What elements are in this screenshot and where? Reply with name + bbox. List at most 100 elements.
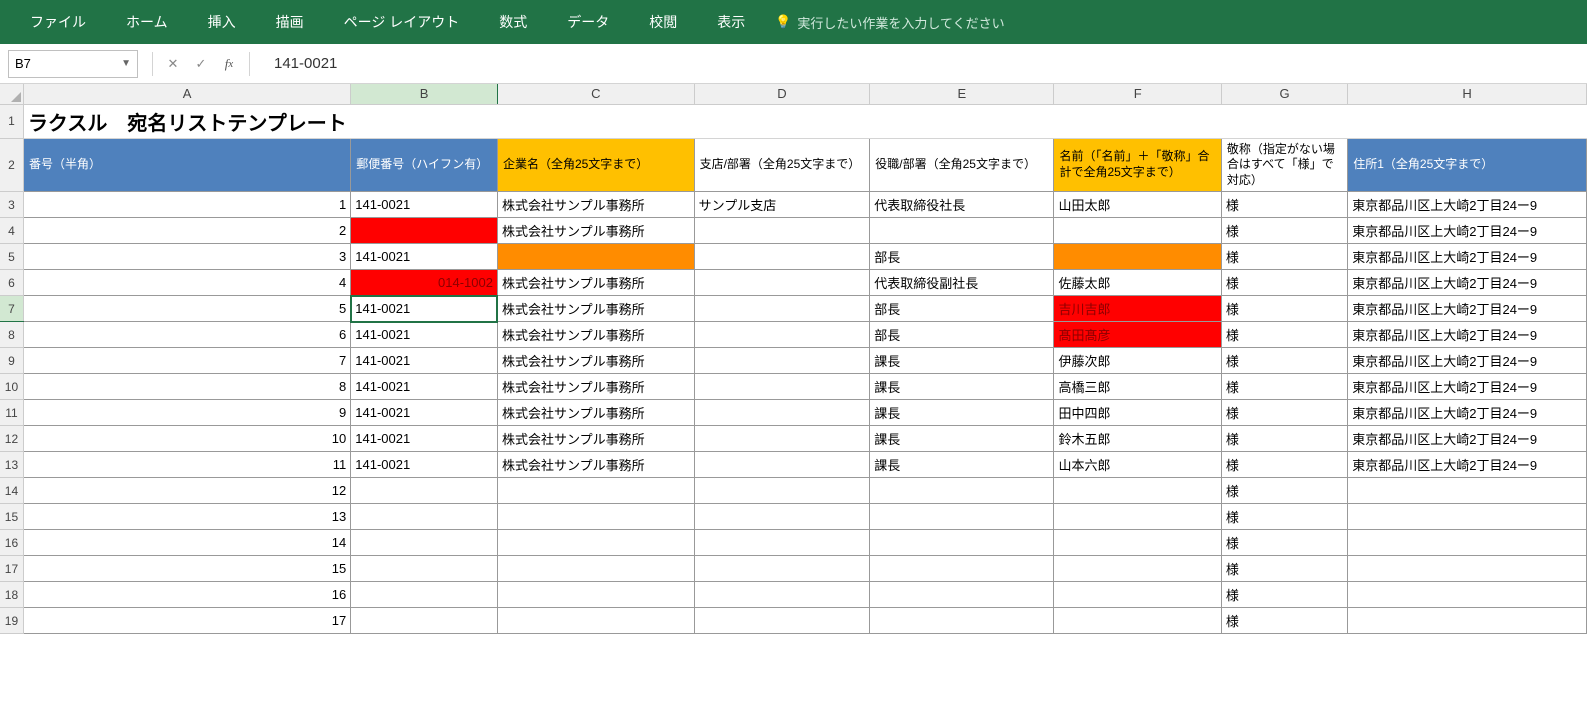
cell-H4[interactable]: 東京都品川区上大崎2丁目24ー9 [1348,218,1587,244]
cell-D10[interactable] [694,374,870,400]
cell-H6[interactable]: 東京都品川区上大崎2丁目24ー9 [1348,270,1587,296]
cell-H15[interactable] [1348,504,1587,530]
cell-B6[interactable]: 014-1002 [351,270,498,296]
cancel-formula-button[interactable]: ✕ [159,50,187,78]
column-header-D[interactable]: D [694,84,870,104]
cell-H8[interactable]: 東京都品川区上大崎2丁目24ー9 [1348,322,1587,348]
cell-H18[interactable] [1348,582,1587,608]
cell-B12[interactable]: 141-0021 [351,426,498,452]
cell-A4[interactable]: 2 [23,218,350,244]
ribbon-tab-5[interactable]: 数式 [479,0,547,44]
row-header-12[interactable]: 12 [0,426,23,452]
cell-G9[interactable]: 様 [1221,348,1347,374]
cell-F6[interactable]: 佐藤太郎 [1054,270,1221,296]
cell-E8[interactable]: 部長 [870,322,1054,348]
cell-E1[interactable] [870,104,1054,138]
cell-C16[interactable] [497,530,694,556]
row-header-2[interactable]: 2 [0,138,23,192]
row-header-7[interactable]: 7 [0,296,23,322]
cell-G11[interactable]: 様 [1221,400,1347,426]
cell-B9[interactable]: 141-0021 [351,348,498,374]
cell-E14[interactable] [870,478,1054,504]
row-header-16[interactable]: 16 [0,530,23,556]
cell-A10[interactable]: 8 [23,374,350,400]
row-header-9[interactable]: 9 [0,348,23,374]
cell-D19[interactable] [694,608,870,634]
ribbon-tab-8[interactable]: 表示 [697,0,765,44]
cell-D5[interactable] [694,244,870,270]
ribbon-tab-7[interactable]: 校閲 [629,0,697,44]
cell-E4[interactable] [870,218,1054,244]
cell-D9[interactable] [694,348,870,374]
cell-E3[interactable]: 代表取締役社長 [870,192,1054,218]
header-cell-D[interactable]: 支店/部署（全角25文字まで） [694,138,870,192]
cell-A8[interactable]: 6 [23,322,350,348]
cell-A18[interactable]: 16 [23,582,350,608]
row-header-14[interactable]: 14 [0,478,23,504]
cell-B4[interactable] [351,218,498,244]
cell-D13[interactable] [694,452,870,478]
cell-A5[interactable]: 3 [23,244,350,270]
cell-E16[interactable] [870,530,1054,556]
cell-G8[interactable]: 様 [1221,322,1347,348]
cell-F10[interactable]: 高橋三郎 [1054,374,1221,400]
cell-E11[interactable]: 課長 [870,400,1054,426]
cell-E15[interactable] [870,504,1054,530]
column-header-E[interactable]: E [870,84,1054,104]
cell-F14[interactable] [1054,478,1221,504]
column-header-C[interactable]: C [497,84,694,104]
ribbon-tab-2[interactable]: 挿入 [188,0,256,44]
cell-F12[interactable]: 鈴木五郎 [1054,426,1221,452]
cell-A7[interactable]: 5 [23,296,350,322]
cell-C8[interactable]: 株式会社サンプル事務所 [497,322,694,348]
cell-E7[interactable]: 部長 [870,296,1054,322]
cell-B19[interactable] [351,608,498,634]
cell-F16[interactable] [1054,530,1221,556]
cell-A15[interactable]: 13 [23,504,350,530]
header-cell-A[interactable]: 番号（半角） [23,138,350,192]
cell-A13[interactable]: 11 [23,452,350,478]
cell-F8[interactable]: 髙田髙彦 [1054,322,1221,348]
cell-D8[interactable] [694,322,870,348]
row-header-11[interactable]: 11 [0,400,23,426]
cell-C12[interactable]: 株式会社サンプル事務所 [497,426,694,452]
cell-B8[interactable]: 141-0021 [351,322,498,348]
cell-F13[interactable]: 山本六郎 [1054,452,1221,478]
cell-C14[interactable] [497,478,694,504]
cell-D12[interactable] [694,426,870,452]
cell-G16[interactable]: 様 [1221,530,1347,556]
name-box-dropdown-icon[interactable]: ▼ [121,58,131,69]
cell-H9[interactable]: 東京都品川区上大崎2丁目24ー9 [1348,348,1587,374]
cell-D3[interactable]: サンプル支店 [694,192,870,218]
cell-H3[interactable]: 東京都品川区上大崎2丁目24ー9 [1348,192,1587,218]
cell-A19[interactable]: 17 [23,608,350,634]
cell-A16[interactable]: 14 [23,530,350,556]
cell-E5[interactable]: 部長 [870,244,1054,270]
row-header-3[interactable]: 3 [0,192,23,218]
cell-G13[interactable]: 様 [1221,452,1347,478]
ribbon-tab-3[interactable]: 描画 [256,0,324,44]
cell-E18[interactable] [870,582,1054,608]
cell-B7[interactable]: 141-0021 [351,296,498,322]
cell-E10[interactable]: 課長 [870,374,1054,400]
cell-A17[interactable]: 15 [23,556,350,582]
header-cell-C[interactable]: 企業名（全角25文字まで） [497,138,694,192]
tell-me-search[interactable]: 💡実行したい作業を入力してください [775,13,1004,32]
cell-G12[interactable]: 様 [1221,426,1347,452]
enter-formula-button[interactable]: ✓ [187,50,215,78]
formula-input[interactable]: 141-0021 [256,55,1587,72]
cell-C13[interactable]: 株式会社サンプル事務所 [497,452,694,478]
cell-B11[interactable]: 141-0021 [351,400,498,426]
column-header-A[interactable]: A [23,84,350,104]
column-header-H[interactable]: H [1348,84,1587,104]
cell-D11[interactable] [694,400,870,426]
cell-A3[interactable]: 1 [23,192,350,218]
cell-B13[interactable]: 141-0021 [351,452,498,478]
header-cell-H[interactable]: 住所1（全角25文字まで） [1348,138,1587,192]
cell-E6[interactable]: 代表取締役副社長 [870,270,1054,296]
cell-A12[interactable]: 10 [23,426,350,452]
cell-A9[interactable]: 7 [23,348,350,374]
row-header-8[interactable]: 8 [0,322,23,348]
cell-B16[interactable] [351,530,498,556]
cell-C6[interactable]: 株式会社サンプル事務所 [497,270,694,296]
